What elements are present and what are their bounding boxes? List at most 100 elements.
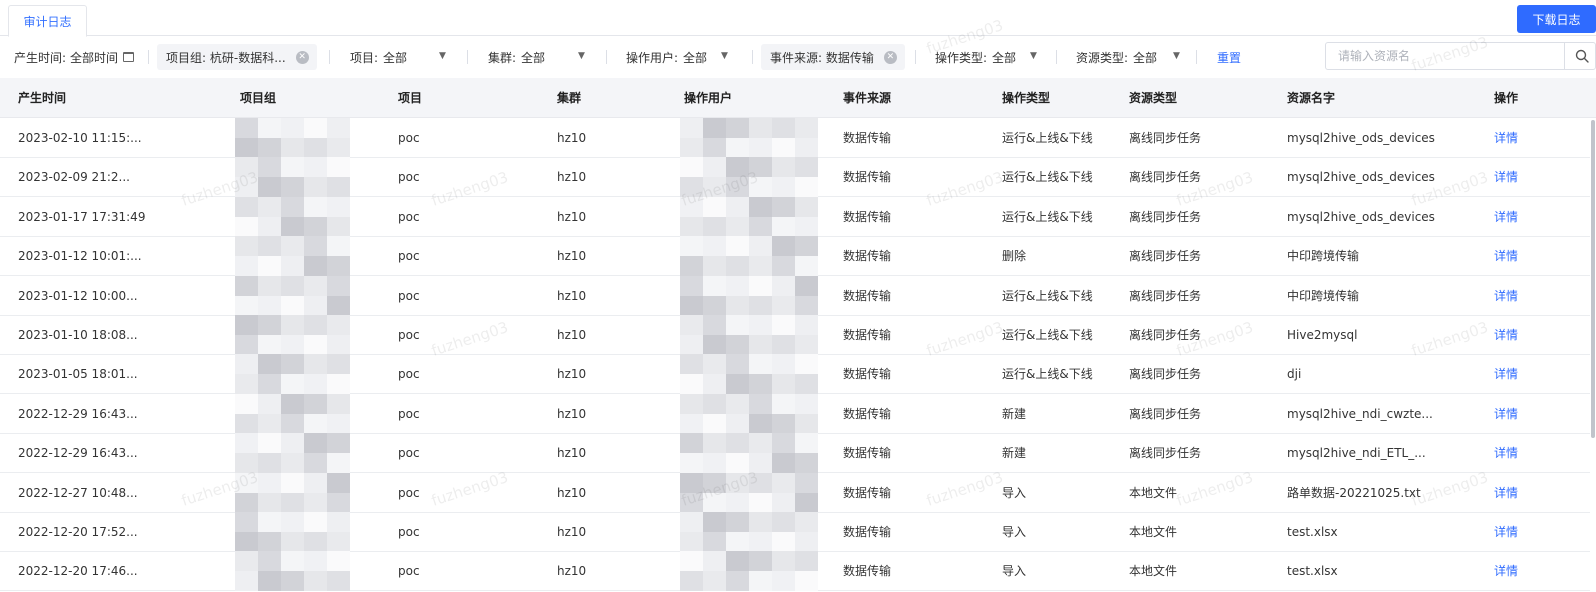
redacted-project-group: [281, 295, 304, 316]
redacted-operator: [726, 315, 749, 335]
filter-divider: [1196, 50, 1197, 64]
event-source-chip[interactable]: 事件来源: 数据传输 ✕: [761, 44, 905, 70]
event-source-chip-label: 事件来源: 数据传输: [770, 50, 874, 65]
redacted-operator: [680, 275, 703, 296]
cell-res-name: mysql2hive_ods_devices: [1287, 131, 1435, 145]
redacted-project-group: [258, 532, 281, 552]
table-scrollbar[interactable]: [1590, 118, 1596, 592]
redacted-operator: [749, 118, 772, 138]
project-filter-label: 项目:: [350, 50, 379, 65]
redacted-operator: [749, 138, 772, 158]
redacted-project-group: [304, 472, 327, 493]
redacted-project-group: [235, 393, 258, 414]
redacted-operator: [680, 571, 703, 592]
op-type-filter[interactable]: 操作类型: 全部 ▼: [935, 42, 1040, 72]
redacted-operator: [726, 177, 749, 198]
filter-divider: [329, 50, 330, 64]
redacted-project-group: [281, 453, 304, 474]
project-group-chip[interactable]: 项目组: 杭研-数据科... ✕: [157, 44, 317, 70]
detail-link[interactable]: 详情: [1494, 354, 1518, 394]
operator-filter[interactable]: 操作用户: 全部 ▼: [626, 42, 738, 72]
redacted-project-group: [258, 196, 281, 217]
reset-button[interactable]: 重置: [1217, 42, 1241, 72]
redacted-operator: [749, 256, 772, 277]
redacted-project-group: [327, 354, 350, 375]
tab-audit-log[interactable]: 审计日志: [8, 5, 87, 37]
cell-res-name: 中印跨境传输: [1287, 288, 1360, 303]
redacted-project-group: [235, 118, 258, 138]
column-header-operator: 操作用户: [684, 91, 733, 105]
redacted-operator: [772, 551, 795, 572]
redacted-operator: [726, 275, 749, 296]
redacted-project-group: [258, 315, 281, 335]
table-row: 2022-12-27 10:48... poc hz10 数据传输 导入 本地文件 路单数据…: [0, 472, 1590, 513]
redacted-project-group: [327, 138, 350, 158]
redacted-project-group: [281, 532, 304, 552]
redacted-project-group: [327, 433, 350, 454]
cell-op-type: 导入: [1002, 564, 1027, 579]
redacted-project-group: [327, 236, 350, 257]
redacted-operator: [680, 256, 703, 277]
redacted-project-group: [327, 118, 350, 138]
detail-link[interactable]: 详情: [1494, 473, 1518, 513]
detail-link[interactable]: 详情: [1494, 433, 1518, 473]
redacted-operator: [772, 118, 795, 138]
redacted-project-group: [235, 236, 258, 257]
detail-link[interactable]: 详情: [1494, 394, 1518, 434]
redacted-operator: [772, 335, 795, 355]
redacted-operator: [703, 532, 726, 552]
redacted-operator: [795, 532, 818, 552]
redacted-project-group: [258, 236, 281, 257]
scrollbar-thumb[interactable]: [1591, 120, 1595, 438]
redacted-operator: [749, 157, 772, 178]
cell-res-type: 本地文件: [1129, 485, 1178, 500]
redacted-project-group: [327, 571, 350, 592]
download-log-button[interactable]: 下载日志: [1517, 5, 1596, 33]
detail-link[interactable]: 详情: [1494, 512, 1518, 552]
resource-search-input[interactable]: [1326, 43, 1561, 69]
redacted-project-group: [327, 532, 350, 552]
filter-divider: [148, 50, 149, 64]
filter-divider: [606, 50, 607, 64]
detail-link[interactable]: 详情: [1494, 551, 1518, 591]
column-header-project-group: 项目组: [240, 91, 277, 105]
chevron-down-icon: ▼: [578, 51, 585, 61]
redacted-project-group: [327, 374, 350, 395]
detail-link[interactable]: 详情: [1494, 276, 1518, 316]
search-icon[interactable]: [1575, 49, 1589, 63]
table-row: 2022-12-29 16:43... poc hz10 数据传输 新建 离线同步任务 my…: [0, 393, 1590, 434]
project-filter[interactable]: 项目: 全部 ▼: [350, 42, 450, 72]
detail-link[interactable]: 详情: [1494, 236, 1518, 276]
redacted-operator: [680, 354, 703, 375]
redacted-operator: [772, 512, 795, 532]
cell-event-source: 数据传输: [843, 131, 892, 145]
res-type-filter[interactable]: 资源类型: 全部 ▼: [1076, 42, 1184, 72]
time-filter[interactable]: 产生时间: 全部时间: [14, 42, 135, 72]
redacted-operator: [795, 295, 818, 316]
chevron-down-icon: ▼: [439, 51, 446, 61]
redacted-operator: [795, 196, 818, 217]
clear-event-source-icon[interactable]: ✕: [883, 50, 897, 64]
detail-link[interactable]: 详情: [1494, 315, 1518, 355]
cell-project: poc: [398, 288, 420, 303]
detail-link[interactable]: 详情: [1494, 118, 1518, 158]
op-type-filter-value: 全部: [992, 50, 1017, 65]
redacted-project-group: [235, 256, 258, 277]
detail-link[interactable]: 详情: [1494, 157, 1518, 197]
redacted-operator: [726, 472, 749, 493]
cell-time: 2022-12-20 17:46...: [18, 564, 138, 579]
clear-project-group-icon[interactable]: ✕: [295, 50, 309, 64]
detail-link[interactable]: 详情: [1494, 197, 1518, 237]
redacted-operator: [795, 433, 818, 454]
redacted-project-group: [304, 177, 327, 198]
redacted-operator: [703, 453, 726, 474]
cluster-filter[interactable]: 集群: 全部 ▼: [488, 42, 588, 72]
redacted-operator: [749, 453, 772, 474]
redacted-operator: [703, 492, 726, 513]
redacted-project-group: [304, 216, 327, 237]
redacted-project-group: [281, 472, 304, 493]
redacted-operator: [680, 413, 703, 434]
column-header-action: 操作: [1494, 91, 1519, 105]
redacted-operator: [772, 138, 795, 158]
redacted-project-group: [281, 216, 304, 237]
